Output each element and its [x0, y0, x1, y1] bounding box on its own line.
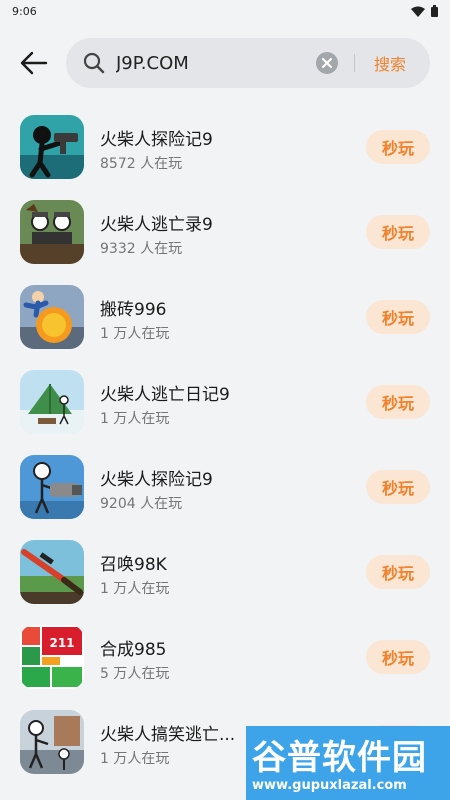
- stickman-army-icon: [20, 200, 84, 264]
- player-count: 9332 人在玩: [100, 241, 183, 257]
- status-icons: [411, 5, 438, 17]
- game-name: 火柴人探险记9: [100, 470, 213, 490]
- play-button[interactable]: 秒玩: [366, 555, 430, 589]
- stickman-tent-icon: [20, 370, 84, 434]
- game-name: 搬砖996: [100, 300, 167, 320]
- watermark-title: 谷普软件园: [252, 738, 427, 778]
- search-divider: [354, 54, 355, 72]
- player-count: 1 万人在玩: [100, 581, 170, 597]
- search-icon: [83, 52, 105, 74]
- player-count: 1 万人在玩: [100, 326, 170, 342]
- results-list: 火柴人探险记9 8572 人在玩 秒玩 火柴人逃亡录9 9332 人在玩 秒玩: [0, 105, 450, 785]
- svg-text:211: 211: [49, 636, 74, 650]
- close-icon: [322, 58, 332, 68]
- game-name: 召唤98K: [100, 555, 167, 575]
- clear-search-button[interactable]: [316, 52, 338, 74]
- brick-sun-icon: [20, 285, 84, 349]
- game-name: 火柴人探险记9: [100, 130, 213, 150]
- search-bar: 搜索: [66, 38, 430, 88]
- game-name: 火柴人搞笑逃亡...: [100, 725, 236, 745]
- play-button[interactable]: 秒玩: [366, 470, 430, 504]
- player-count: 9204 人在玩: [100, 496, 183, 512]
- list-item[interactable]: 搬砖996 1 万人在玩 秒玩: [0, 275, 450, 360]
- play-button[interactable]: 秒玩: [366, 215, 430, 249]
- player-count: 1 万人在玩: [100, 751, 170, 767]
- status-bar: 9:06: [0, 0, 450, 22]
- player-count: 8572 人在玩: [100, 156, 183, 172]
- game-name: 火柴人逃亡录9: [100, 215, 213, 235]
- stickman-gunner-icon: [20, 115, 84, 179]
- game-name: 火柴人逃亡日记9: [100, 385, 230, 405]
- play-button[interactable]: 秒玩: [366, 130, 430, 164]
- battery-icon: [431, 5, 438, 17]
- back-arrow-icon: [20, 51, 48, 75]
- play-button[interactable]: 秒玩: [366, 385, 430, 419]
- list-item[interactable]: 火柴人逃亡日记9 1 万人在玩 秒玩: [0, 360, 450, 445]
- watermark-url: www.gupuxlazal.com: [252, 778, 407, 793]
- back-button[interactable]: [18, 50, 50, 76]
- search-header: 搜索: [0, 38, 450, 88]
- play-button[interactable]: 秒玩: [366, 640, 430, 674]
- player-count: 5 万人在玩: [100, 666, 170, 682]
- list-item[interactable]: 211 合成985 5 万人在玩 秒玩: [0, 615, 450, 700]
- search-button[interactable]: 搜索: [374, 51, 406, 75]
- watermark-logo: 谷普软件园 www.gupuxlazal.com: [246, 726, 450, 800]
- stickman-cannon-icon: [20, 455, 84, 519]
- play-button[interactable]: 秒玩: [366, 300, 430, 334]
- wifi-icon: [411, 6, 425, 17]
- game-name: 合成985: [100, 640, 167, 660]
- search-input[interactable]: [116, 48, 316, 78]
- list-item[interactable]: 火柴人探险记9 9204 人在玩 秒玩: [0, 445, 450, 530]
- list-item[interactable]: 召唤98K 1 万人在玩 秒玩: [0, 530, 450, 615]
- status-time: 9:06: [12, 4, 37, 18]
- sniper-rifle-icon: [20, 540, 84, 604]
- merge-211-icon: 211: [20, 625, 84, 689]
- player-count: 1 万人在玩: [100, 411, 170, 427]
- list-item[interactable]: 火柴人探险记9 8572 人在玩 秒玩: [0, 105, 450, 190]
- stickman-street-icon: [20, 710, 84, 774]
- list-item[interactable]: 火柴人逃亡录9 9332 人在玩 秒玩: [0, 190, 450, 275]
